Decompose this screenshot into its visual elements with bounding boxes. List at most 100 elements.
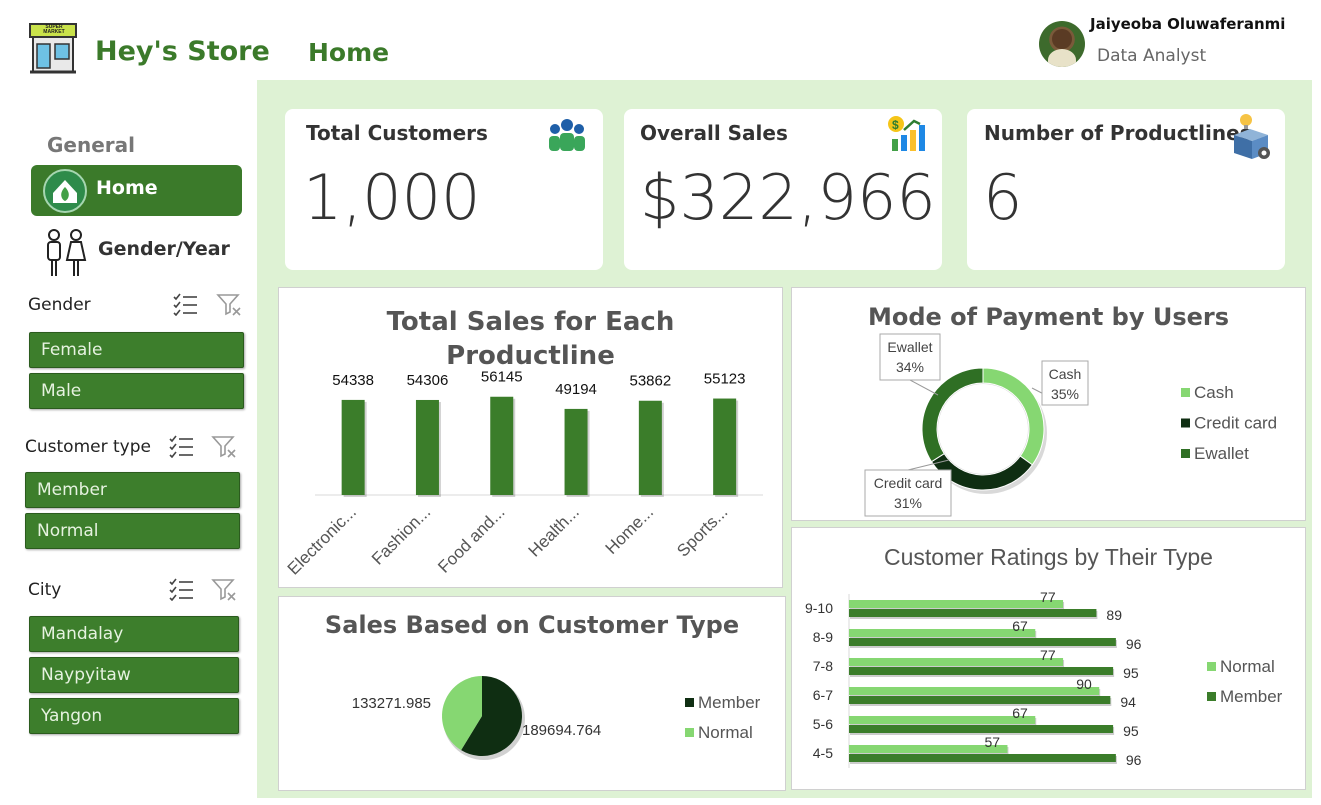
multi-select-icon[interactable]: [168, 434, 194, 463]
bar: [713, 398, 737, 495]
slicer-item-yangon[interactable]: Yangon: [29, 698, 239, 734]
legend-swatch: [685, 728, 694, 737]
data-label: 49194: [555, 381, 597, 398]
productline-sales-panel: Total Sales for Each Productline 54338 El…: [278, 287, 783, 588]
callout-percent: 34%: [896, 359, 924, 375]
kpi-value: $322,966: [640, 161, 936, 234]
data-label: 189694.764: [522, 722, 601, 739]
multi-select-icon[interactable]: [168, 577, 194, 606]
data-label: 56145: [481, 369, 523, 386]
legend-swatch: [1207, 662, 1216, 671]
slicer-item-male[interactable]: Male: [29, 373, 244, 409]
user-name: Jaiyeoba Oluwaferanmi: [1090, 15, 1286, 33]
legend-label: Member: [1220, 687, 1283, 706]
data-label: 55123: [704, 371, 746, 388]
logo-text: SUPER MARKET: [43, 24, 65, 35]
bar: [849, 716, 1036, 724]
tick-label: Food and...: [434, 502, 508, 576]
nav-home-label: Home: [96, 177, 158, 199]
bar: [849, 629, 1036, 637]
tick-label: Fashion...: [368, 502, 434, 568]
bar: [849, 754, 1116, 762]
user-role: Data Analyst: [1097, 46, 1207, 66]
kpi-title: Number of Productlines: [984, 121, 1252, 145]
bar: [849, 687, 1100, 695]
store-name: Hey's Store: [95, 36, 270, 67]
callout-leader: [909, 379, 939, 396]
data-label: 96: [1126, 636, 1142, 652]
bar: [849, 658, 1064, 666]
multi-select-icon[interactable]: [172, 292, 198, 321]
kpi-card-total-customers: Total Customers 1,000: [285, 109, 603, 270]
bar: [849, 725, 1114, 733]
legend-label: Member: [698, 693, 761, 712]
kpi-card-overall-sales: Overall Sales $322,966 $: [624, 109, 942, 270]
callout-percent: 31%: [894, 495, 922, 511]
sales-growth-icon: $: [886, 115, 926, 158]
bar: [849, 667, 1114, 675]
slicer-title-gender: Gender: [28, 295, 91, 315]
tick-label: 9-10: [805, 600, 833, 616]
legend-swatch: [1181, 418, 1190, 428]
legend-swatch: [685, 698, 694, 707]
tick-label: 5-6: [813, 716, 833, 732]
data-label: 133271.985: [352, 695, 431, 712]
slicer-item-normal[interactable]: Normal: [25, 513, 240, 549]
tick-label: 8-9: [813, 629, 833, 645]
clear-filter-icon[interactable]: [211, 434, 237, 463]
bar: [849, 638, 1116, 646]
tick-label: Electronic...: [284, 502, 360, 578]
bar: [638, 400, 662, 495]
product-box-icon: [1231, 111, 1275, 166]
data-label: 67: [1012, 705, 1028, 721]
clear-filter-icon[interactable]: [211, 577, 237, 606]
callout-percent: 35%: [1051, 386, 1079, 402]
data-label: 77: [1040, 589, 1056, 605]
productline-bar-chart: 54338 Electronic... 54306 Fashion... 56145 Fo…: [284, 369, 763, 579]
page-title: Home: [308, 38, 390, 67]
bar: [490, 396, 514, 495]
data-label: 95: [1123, 723, 1139, 739]
tick-label: Health...: [525, 502, 583, 560]
payment-mode-panel: Mode of Payment by Users Cash 35% Ewallet 3…: [791, 287, 1306, 521]
payment-donut-chart: Cash 35% Ewallet 34% Credit card 31% Cash Credi…: [864, 333, 1277, 517]
data-label: 57: [984, 734, 1000, 750]
tick-label: Sports...: [673, 502, 731, 560]
tick-label: Home...: [602, 502, 658, 558]
data-label: 94: [1120, 694, 1136, 710]
clear-filter-icon[interactable]: [216, 292, 242, 321]
data-label: 96: [1126, 752, 1142, 768]
slicer-item-member[interactable]: Member: [25, 472, 240, 508]
slicer-title-customer-type: Customer type: [25, 437, 151, 457]
legend-label: Credit card: [1194, 414, 1277, 433]
data-label: 54338: [332, 372, 374, 389]
nav-home-button[interactable]: Home: [31, 165, 242, 216]
bar: [849, 600, 1064, 608]
legend-swatch: [1207, 692, 1216, 701]
slicer-item-mandalay[interactable]: Mandalay: [29, 616, 239, 652]
avatar[interactable]: [1039, 21, 1085, 67]
bar: [564, 408, 588, 495]
donut-hole: [938, 384, 1028, 474]
slicer-item-female[interactable]: Female: [29, 332, 244, 368]
customer-ratings-panel: Customer Ratings by Their Type 9-10 77 89 8…: [791, 527, 1306, 790]
data-label: 77: [1040, 647, 1056, 663]
callout-category: Cash: [1049, 366, 1082, 382]
data-label: 90: [1076, 676, 1092, 692]
callout-category: Ewallet: [887, 339, 932, 355]
slicer-item-naypyitaw[interactable]: Naypyitaw: [29, 657, 239, 693]
tick-label: 4-5: [813, 745, 833, 761]
kpi-value: 6: [983, 161, 1023, 234]
customer-type-sales-panel: Sales Based on Customer Type 189694.764 1…: [278, 596, 786, 791]
data-label: 54306: [407, 372, 449, 389]
section-label-general: General: [47, 133, 135, 157]
legend-label: Normal: [698, 723, 753, 742]
customers-icon: [548, 117, 586, 158]
tick-label: 7-8: [813, 658, 833, 674]
bar: [341, 399, 365, 495]
legend-swatch: [1181, 388, 1190, 397]
nav-gender-year-button[interactable]: Gender/Year: [31, 226, 242, 278]
tick-label: 6-7: [813, 687, 833, 703]
customer-type-pie-chart: 189694.764 133271.985 Member Normal: [352, 676, 761, 760]
slicer-title-city: City: [28, 580, 62, 600]
